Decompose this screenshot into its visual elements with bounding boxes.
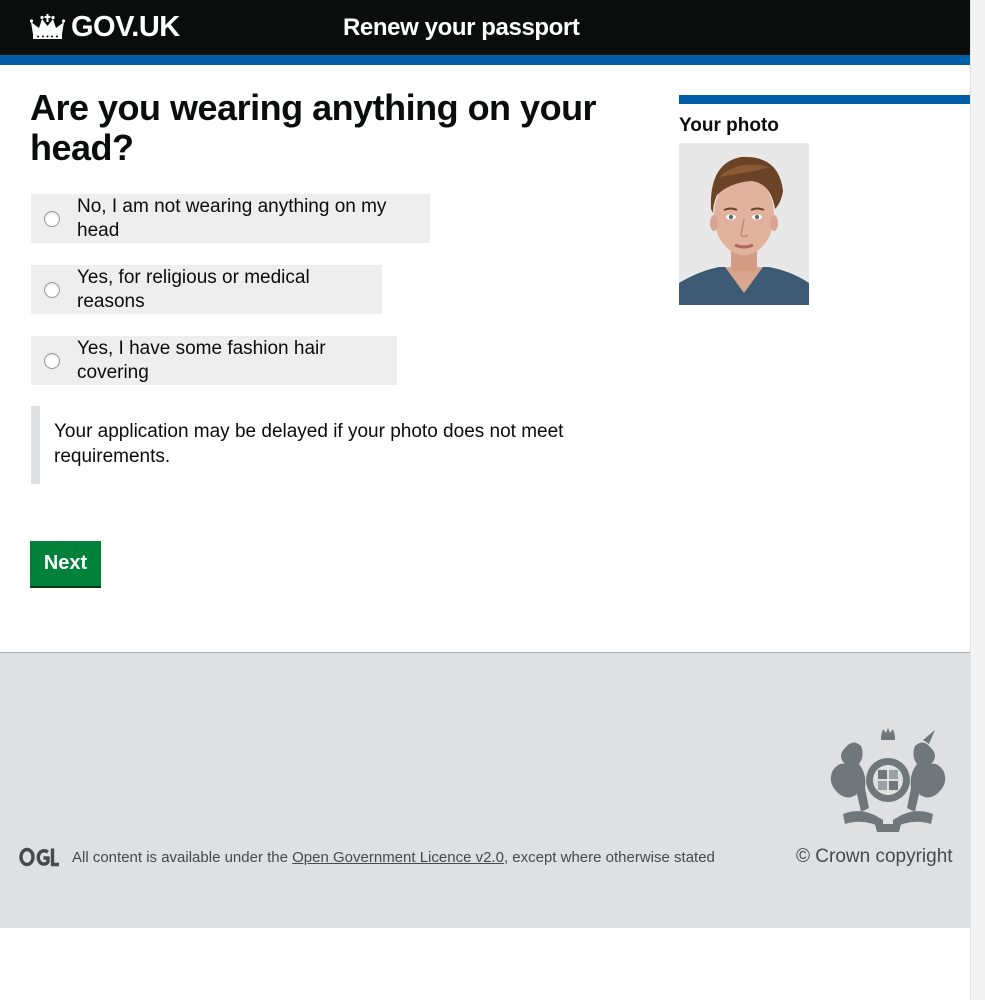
- radio-option-label: Yes, I have some fashion hair covering: [77, 337, 326, 383]
- radio-option-no-head-covering[interactable]: No, I am not wearing anything on my head: [31, 194, 430, 243]
- licence-prefix: All content is available under the: [72, 849, 293, 866]
- site-footer: All content is available under the Open …: [0, 652, 970, 928]
- radio-option-label: No, I am not wearing anything on my head: [77, 195, 387, 241]
- crown-copyright: © Crown copyright: [796, 846, 953, 867]
- radio-button[interactable]: [44, 352, 60, 369]
- radio-button[interactable]: [44, 281, 60, 298]
- licence-text: All content is available under the Open …: [72, 849, 715, 867]
- royal-coat-of-arms: [830, 728, 946, 832]
- page: GOV.UK Renew your passport Are you weari…: [0, 0, 970, 1000]
- radio-option-fashion-covering[interactable]: Yes, I have some fashion hair covering: [31, 336, 397, 385]
- open-government-licence-link[interactable]: Open Government Licence v2.0: [292, 849, 504, 866]
- site-header: GOV.UK Renew your passport: [0, 0, 970, 55]
- notice-text: Your application may be delayed if your …: [54, 421, 564, 467]
- passport-photo: [679, 143, 809, 305]
- aside-blue-bar: [679, 95, 970, 104]
- next-button[interactable]: Next: [30, 541, 101, 586]
- scrollbar-gutter[interactable]: [970, 0, 985, 1000]
- logo-text: GOV.UK: [71, 11, 180, 43]
- page-title: Are you wearing anything on your head?: [30, 87, 597, 168]
- ogl-logo: [19, 847, 59, 867]
- radio-option-label: Yes, for religious or medical reasons: [77, 266, 310, 312]
- radio-button[interactable]: [44, 210, 60, 227]
- header-blue-bar: [0, 55, 970, 65]
- govuk-logo-link[interactable]: GOV.UK: [30, 11, 180, 43]
- notice-inset: Your application may be delayed if your …: [31, 406, 571, 484]
- service-name-link[interactable]: Renew your passport: [343, 13, 580, 43]
- portrait-image: [679, 143, 809, 305]
- your-photo-heading: Your photo: [679, 115, 779, 136]
- radio-option-religious-medical[interactable]: Yes, for religious or medical reasons: [31, 265, 382, 314]
- licence-suffix: , except where otherwise stated: [503, 849, 715, 866]
- crown-icon: [30, 14, 65, 39]
